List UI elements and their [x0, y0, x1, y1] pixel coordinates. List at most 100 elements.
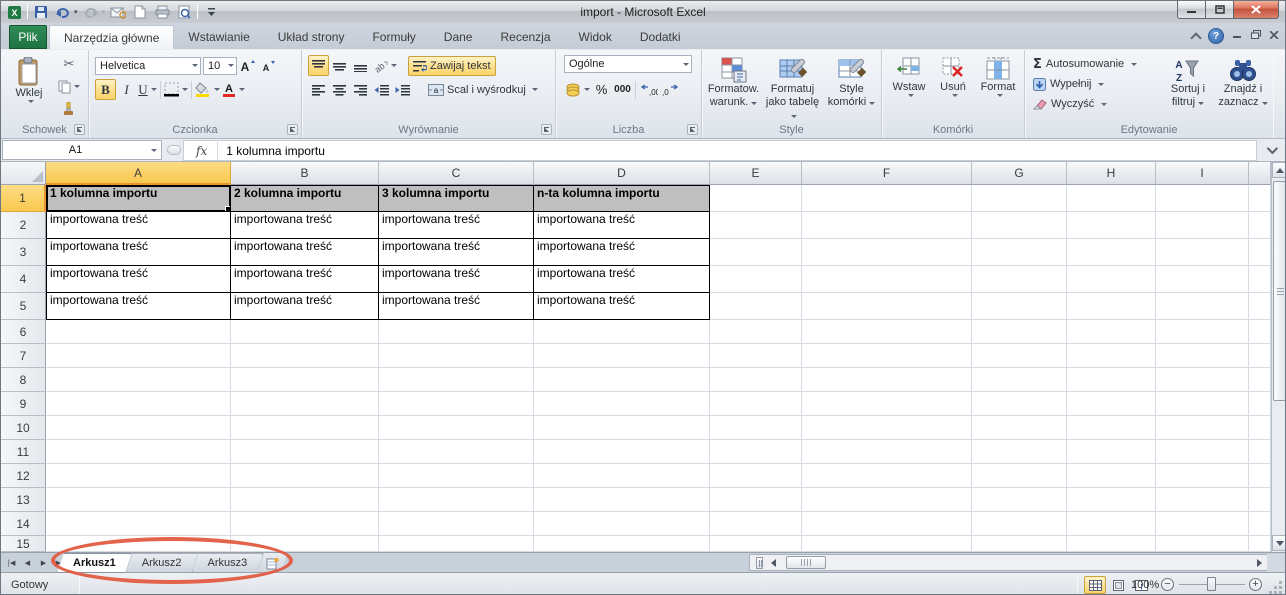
- cell-H4[interactable]: [1067, 266, 1156, 293]
- cut-icon[interactable]: ✂: [57, 54, 81, 75]
- cell-G11[interactable]: [972, 440, 1067, 464]
- cell-A15[interactable]: [46, 536, 231, 552]
- column-header-D[interactable]: D: [534, 162, 710, 185]
- horizontal-scrollbar[interactable]: [749, 554, 1269, 571]
- previous-sheet-icon[interactable]: ◀: [20, 555, 35, 571]
- cell-C5[interactable]: importowana treść: [379, 293, 534, 320]
- horizontal-scroll-thumb[interactable]: [786, 556, 826, 569]
- cell-E5[interactable]: [710, 293, 802, 320]
- cell-D15[interactable]: [534, 536, 710, 552]
- orientation-icon[interactable]: ab: [371, 55, 398, 76]
- cell-D10[interactable]: [534, 416, 710, 440]
- cell-C11[interactable]: [379, 440, 534, 464]
- cell-A11[interactable]: [46, 440, 231, 464]
- page-layout-view-icon[interactable]: [1107, 576, 1129, 594]
- cell-G8[interactable]: [972, 368, 1067, 392]
- cell-G3[interactable]: [972, 239, 1067, 266]
- cell-F2[interactable]: [802, 212, 972, 239]
- cell-A3[interactable]: importowana treść: [46, 239, 231, 266]
- insert-cells-button[interactable]: Wstaw: [888, 53, 930, 131]
- clipboard-dialog-launcher[interactable]: [74, 124, 85, 135]
- cell-F8[interactable]: [802, 368, 972, 392]
- cell-I10[interactable]: [1156, 416, 1249, 440]
- formula-content[interactable]: 1 kolumna importu: [226, 144, 325, 158]
- cell-D5[interactable]: importowana treść: [534, 293, 710, 320]
- cell-C7[interactable]: [379, 344, 534, 368]
- cell-E9[interactable]: [710, 392, 802, 416]
- cell-filler[interactable]: [1249, 464, 1271, 488]
- cell-D3[interactable]: importowana treść: [534, 239, 710, 266]
- row-header-1[interactable]: 1: [1, 185, 46, 212]
- cell-G15[interactable]: [972, 536, 1067, 552]
- align-middle-icon[interactable]: [329, 55, 350, 76]
- row-header-3[interactable]: 3: [1, 239, 46, 266]
- cell-G9[interactable]: [972, 392, 1067, 416]
- help-icon[interactable]: ?: [1208, 28, 1224, 44]
- cell-B3[interactable]: importowana treść: [231, 239, 379, 266]
- cell-F5[interactable]: [802, 293, 972, 320]
- cell-B11[interactable]: [231, 440, 379, 464]
- autosum-button[interactable]: ΣAutosumowanie: [1033, 54, 1137, 74]
- resize-grip[interactable]: [1269, 581, 1283, 595]
- row-header-4[interactable]: 4: [1, 266, 46, 293]
- tab-addins[interactable]: Dodatki: [626, 25, 695, 49]
- column-header-G[interactable]: G: [972, 162, 1067, 185]
- row-header-5[interactable]: 5: [1, 293, 46, 320]
- cell-F3[interactable]: [802, 239, 972, 266]
- insert-function-icon[interactable]: fx: [184, 144, 217, 158]
- vertical-scrollbar[interactable]: [1271, 162, 1286, 552]
- cell-B14[interactable]: [231, 512, 379, 536]
- cell-filler[interactable]: [1249, 320, 1271, 344]
- cell-E10[interactable]: [710, 416, 802, 440]
- sort-filter-button[interactable]: AZ Sortuj i filtruj: [1163, 53, 1213, 131]
- cell-G6[interactable]: [972, 320, 1067, 344]
- scroll-down-button[interactable]: [1272, 535, 1286, 551]
- cell-G1[interactable]: [972, 185, 1067, 212]
- cell-A1[interactable]: 1 kolumna importu: [46, 185, 231, 212]
- row-header-14[interactable]: 14: [1, 512, 46, 536]
- scroll-up-button[interactable]: [1272, 162, 1286, 178]
- cell-E12[interactable]: [710, 464, 802, 488]
- zoom-slider-thumb[interactable]: [1207, 577, 1216, 591]
- row-header-13[interactable]: 13: [1, 488, 46, 512]
- cell-A14[interactable]: [46, 512, 231, 536]
- cell-D9[interactable]: [534, 392, 710, 416]
- cell-G7[interactable]: [972, 344, 1067, 368]
- cell-C2[interactable]: importowana treść: [379, 212, 534, 239]
- tab-page-layout[interactable]: Układ strony: [264, 25, 359, 49]
- sheet-tab-Arkusz3[interactable]: Arkusz3: [192, 553, 264, 573]
- collapse-ribbon-icon[interactable]: [1191, 32, 1199, 40]
- cell-H3[interactable]: [1067, 239, 1156, 266]
- select-all-button[interactable]: [1, 162, 46, 185]
- cell-filler[interactable]: [1249, 239, 1271, 266]
- zoom-level[interactable]: 100%: [1131, 579, 1159, 591]
- cell-I3[interactable]: [1156, 239, 1249, 266]
- cell-H10[interactable]: [1067, 416, 1156, 440]
- cell-C9[interactable]: [379, 392, 534, 416]
- minimize-workbook-icon[interactable]: [1233, 31, 1242, 42]
- cell-F4[interactable]: [802, 266, 972, 293]
- cell-H8[interactable]: [1067, 368, 1156, 392]
- cell-G13[interactable]: [972, 488, 1067, 512]
- fill-button[interactable]: Wypełnij: [1033, 74, 1137, 94]
- font-dialog-launcher[interactable]: [287, 124, 298, 135]
- cell-I12[interactable]: [1156, 464, 1249, 488]
- cell-filler[interactable]: [1249, 392, 1271, 416]
- cell-filler[interactable]: [1249, 416, 1271, 440]
- cell-B9[interactable]: [231, 392, 379, 416]
- cell-B2[interactable]: importowana treść: [231, 212, 379, 239]
- merge-center-button[interactable]: a Scal i wyśrodkuj: [423, 80, 543, 100]
- font-name-select[interactable]: Helvetica: [95, 57, 201, 75]
- cell-I7[interactable]: [1156, 344, 1249, 368]
- cell-A5[interactable]: importowana treść: [46, 293, 231, 320]
- cell-D4[interactable]: importowana treść: [534, 266, 710, 293]
- alignment-dialog-launcher[interactable]: [541, 124, 552, 135]
- cell-F7[interactable]: [802, 344, 972, 368]
- cell-I8[interactable]: [1156, 368, 1249, 392]
- italic-button[interactable]: I: [116, 79, 137, 100]
- cell-filler[interactable]: [1249, 488, 1271, 512]
- cell-F11[interactable]: [802, 440, 972, 464]
- column-header-A[interactable]: A: [46, 162, 231, 185]
- row-header-7[interactable]: 7: [1, 344, 46, 368]
- tab-formulas[interactable]: Formuły: [358, 25, 429, 49]
